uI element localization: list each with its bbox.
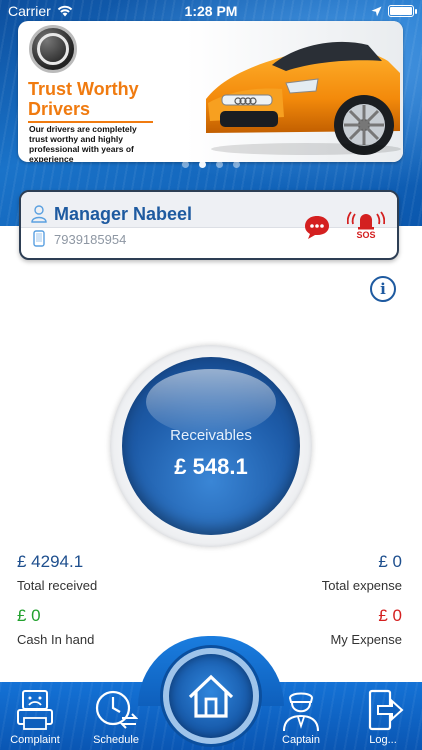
alarm-icon <box>346 211 386 230</box>
tab-schedule-label: Schedule <box>93 734 139 746</box>
total-received-value: £ 4294.1 <box>17 552 84 571</box>
carousel-dot[interactable] <box>199 161 206 168</box>
home-button[interactable] <box>163 648 259 744</box>
profile-name: Manager Nabeel <box>54 204 193 224</box>
carousel-dot[interactable] <box>233 161 240 168</box>
banner-subtitle: Our drivers are completely trust worthy … <box>29 124 137 162</box>
sos-label: SOS <box>356 230 376 240</box>
carousel-dot[interactable] <box>216 161 223 168</box>
tab-captain[interactable]: Captain <box>266 684 336 750</box>
car-image <box>186 21 403 162</box>
carousel-indicator[interactable] <box>182 161 240 168</box>
tab-complaint-label: Complaint <box>10 734 60 746</box>
battery-icon <box>388 5 417 17</box>
status-bar: Carrier 1:28 PM <box>0 0 422 22</box>
schedule-clock-icon <box>95 690 138 729</box>
tab-captain-label: Captain <box>282 734 320 746</box>
captain-icon <box>283 692 319 732</box>
my-expense-label: My Expense <box>330 632 402 647</box>
logout-icon <box>368 689 404 731</box>
receivables-orb[interactable]: Receivables £ 548.1 <box>122 357 300 535</box>
carousel-dot[interactable] <box>182 161 189 168</box>
tab-schedule[interactable]: Schedule <box>81 684 151 750</box>
promo-banner[interactable]: Trust Worthy Drivers Our drivers are com… <box>18 21 403 162</box>
tab-logout-label: Log... <box>369 734 397 746</box>
location-arrow-icon <box>371 6 382 16</box>
profile-card: Manager Nabeel 7939185954 SOS <box>19 190 399 260</box>
complaint-icon <box>17 690 53 730</box>
total-expense-label: Total expense <box>321 578 402 593</box>
receivables-label: Receivables <box>170 426 252 444</box>
chat-icon[interactable] <box>303 214 331 240</box>
tab-logout[interactable]: Log... <box>348 684 418 750</box>
tab-complaint[interactable]: Complaint <box>0 684 70 750</box>
cash-in-hand-label: Cash In hand <box>17 632 95 647</box>
battery-level <box>390 7 412 15</box>
info-button[interactable]: i <box>370 276 396 302</box>
status-time: 1:28 PM <box>184 3 238 19</box>
mobile-phone-icon <box>33 230 45 247</box>
total-received-label: Total received <box>17 578 98 593</box>
receivables-value: £ 548.1 <box>174 453 248 479</box>
home-icon <box>188 674 234 718</box>
profile-phone: 7939185954 <box>54 232 127 247</box>
my-expense-value: £ 0 <box>378 606 402 625</box>
company-logo <box>29 25 77 73</box>
user-icon <box>31 205 47 223</box>
banner-title: Trust Worthy Drivers <box>28 79 153 123</box>
sos-button[interactable]: SOS <box>346 210 386 242</box>
cash-in-hand-value: £ 0 <box>17 606 41 625</box>
total-expense-value: £ 0 <box>378 552 402 571</box>
